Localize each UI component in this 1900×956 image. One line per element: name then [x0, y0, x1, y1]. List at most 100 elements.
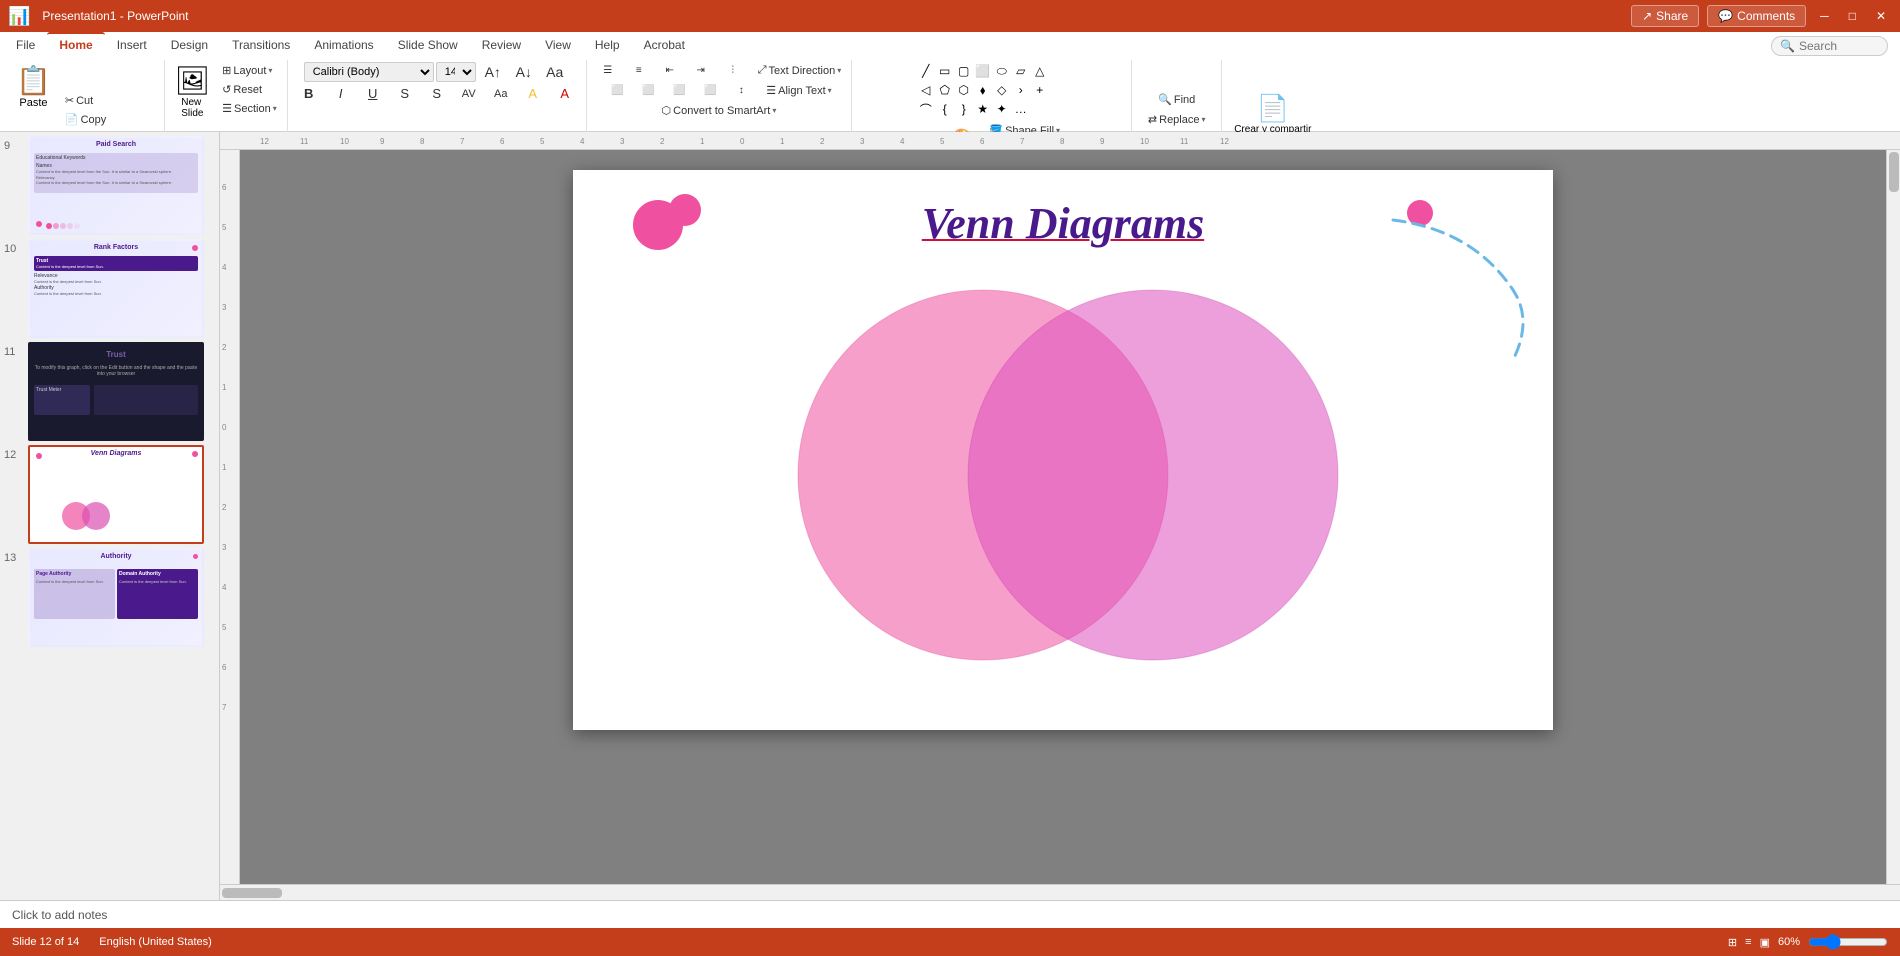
tab-file[interactable]: File [4, 34, 47, 56]
slide-item-12[interactable]: 12 Venn Diagrams [4, 445, 215, 544]
layout-button[interactable]: ⊞ Layout ▾ [218, 62, 281, 79]
new-slide-button[interactable]: 🖼 NewSlide [171, 62, 215, 121]
tab-insert[interactable]: Insert [105, 34, 159, 56]
tab-help[interactable]: Help [583, 34, 632, 56]
convert-smartart-button[interactable]: ⬡ Convert to SmartArt ▾ [658, 102, 781, 119]
shape-plus[interactable]: + [1031, 81, 1049, 99]
tab-home[interactable]: Home [47, 32, 104, 56]
ruler-horizontal: 12 11 10 9 8 7 6 5 4 3 2 1 0 1 2 3 4 5 6… [220, 132, 1900, 150]
tab-slideshow[interactable]: Slide Show [386, 34, 470, 56]
view-normal-icon[interactable]: ⊞ [1728, 936, 1737, 949]
scrollbar-horizontal[interactable] [220, 884, 1900, 900]
shape-rect[interactable]: ▭ [936, 62, 954, 80]
increase-font-button[interactable]: A↑ [478, 63, 508, 81]
shape-line[interactable]: ╱ [917, 62, 935, 80]
slide-item-10[interactable]: 10 Rank Factors Trust Content is the dee… [4, 239, 215, 338]
find-button[interactable]: 🔍 Find [1154, 91, 1199, 108]
slide-title[interactable]: Venn Diagrams [922, 198, 1204, 249]
slide-thumb-11[interactable]: Trust To modify this graph, click on the… [28, 342, 204, 441]
reset-button[interactable]: ↺ Reset [218, 81, 281, 98]
shape-rtriangle[interactable]: ◁ [917, 81, 935, 99]
cut-button[interactable]: ✂ Cut [61, 92, 158, 109]
slide-item-11[interactable]: 11 Trust To modify this graph, click on … [4, 342, 215, 441]
tab-design[interactable]: Design [159, 34, 220, 56]
text-direction-button[interactable]: ⤢ Text Direction ▾ [754, 62, 845, 79]
section-button[interactable]: ☰ Section ▾ [218, 100, 281, 117]
shape-chevron[interactable]: › [1012, 81, 1030, 99]
view-slide-icon[interactable]: ▣ [1760, 936, 1770, 949]
tab-transitions[interactable]: Transitions [220, 34, 302, 56]
slide-item-13[interactable]: 13 Authority Page Authority Content is t… [4, 548, 215, 647]
shape-circle[interactable]: ⬭ [993, 62, 1011, 80]
copy-button[interactable]: 📄 Copy [61, 111, 158, 128]
shape-diamond[interactable]: ◇ [993, 81, 1011, 99]
increase-indent-button[interactable]: ⇥ [686, 64, 716, 77]
shape-curved[interactable]: ⌒ [917, 100, 935, 118]
shape-arrow[interactable]: ⬧ [974, 81, 992, 99]
shape-bracket[interactable]: { [936, 100, 954, 118]
decrease-font-button[interactable]: A↓ [509, 63, 539, 81]
font-color-button[interactable]: A [550, 85, 580, 102]
deco-circle-small [669, 194, 701, 226]
numbering-button[interactable]: ≡ [624, 64, 654, 77]
restore-button[interactable]: □ [1843, 9, 1862, 23]
slide-thumb-10[interactable]: Rank Factors Trust Content is the deepes… [28, 239, 204, 338]
shape-snip[interactable]: ⬜ [974, 62, 992, 80]
shape-pentagon[interactable]: ⬠ [936, 81, 954, 99]
svg-text:0: 0 [740, 137, 745, 146]
venn-diagram[interactable] [723, 280, 1413, 670]
slide-thumb-9[interactable]: Paid Search Educational Keywords Names C… [28, 136, 204, 235]
tab-review[interactable]: Review [470, 34, 533, 56]
font-size-select[interactable]: 14 [436, 62, 476, 82]
scrollbar-vertical[interactable] [1886, 150, 1900, 884]
close-button[interactable]: ✕ [1870, 9, 1892, 23]
highlight-button[interactable]: A [518, 85, 548, 102]
align-left-button[interactable]: ⬜ [602, 84, 632, 97]
tab-acrobat[interactable]: Acrobat [632, 34, 697, 56]
char-spacing-button[interactable]: AV [454, 87, 484, 101]
font-case-button[interactable]: Aa [486, 87, 516, 101]
shape-brace[interactable]: } [955, 100, 973, 118]
slide-item-9[interactable]: 9 Paid Search Educational Keywords Names… [4, 136, 215, 235]
shape-starburst[interactable]: ✦ [993, 100, 1011, 118]
replace-icon: ⇄ [1148, 113, 1157, 126]
view-outline-icon[interactable]: ≡ [1745, 936, 1751, 948]
underline-button[interactable]: U [358, 85, 388, 102]
align-center-button[interactable]: ⬜ [633, 84, 663, 97]
columns-button[interactable]: ⫶ [718, 64, 748, 77]
share-button[interactable]: ↗ Share [1631, 5, 1699, 27]
shadow-button[interactable]: S [422, 85, 452, 102]
decrease-indent-button[interactable]: ⇤ [655, 64, 685, 77]
align-right-button[interactable]: ⬜ [664, 84, 694, 97]
justify-button[interactable]: ⬜ [695, 84, 725, 97]
slide-thumb-13[interactable]: Authority Page Authority Content is the … [28, 548, 204, 647]
line-spacing-button[interactable]: ↕ [726, 84, 756, 97]
shape-hexagon[interactable]: ⬡ [955, 81, 973, 99]
shape-triangle[interactable]: △ [1031, 62, 1049, 80]
italic-button[interactable]: I [326, 85, 356, 102]
bullets-button[interactable]: ☰ [593, 64, 623, 77]
slide-thumb-12[interactable]: Venn Diagrams [28, 445, 204, 544]
font-name-select[interactable]: Calibri (Body) [304, 62, 434, 82]
search-input[interactable] [1799, 39, 1879, 53]
minimize-button[interactable]: ─ [1814, 9, 1835, 23]
shape-parallelogram[interactable]: ▱ [1012, 62, 1030, 80]
strikethrough-button[interactable]: S [390, 85, 420, 102]
slide-canvas[interactable]: Venn Diagrams [573, 170, 1553, 730]
font-row-2: B I U S S AV Aa A A [294, 85, 580, 102]
tab-animations[interactable]: Animations [302, 34, 385, 56]
replace-button[interactable]: ⇄ Replace ▾ [1144, 111, 1210, 128]
tab-view[interactable]: View [533, 34, 583, 56]
search-box[interactable]: 🔍 [1771, 36, 1888, 56]
comments-button[interactable]: 💬 Comments [1707, 5, 1806, 27]
zoom-slider[interactable] [1808, 934, 1888, 950]
clear-format-button[interactable]: Aa [540, 63, 570, 81]
shape-more[interactable]: … [1012, 100, 1030, 118]
align-text-button[interactable]: ☰ Align Text ▾ [762, 82, 835, 99]
notes-bar[interactable]: Click to add notes [0, 900, 1900, 928]
shape-rounded-rect[interactable]: ▢ [955, 62, 973, 80]
shape-star[interactable]: ★ [974, 100, 992, 118]
layout-icon: ⊞ [222, 64, 231, 77]
bold-button[interactable]: B [294, 85, 324, 102]
canvas-scroll[interactable]: Venn Diagrams [240, 150, 1886, 884]
